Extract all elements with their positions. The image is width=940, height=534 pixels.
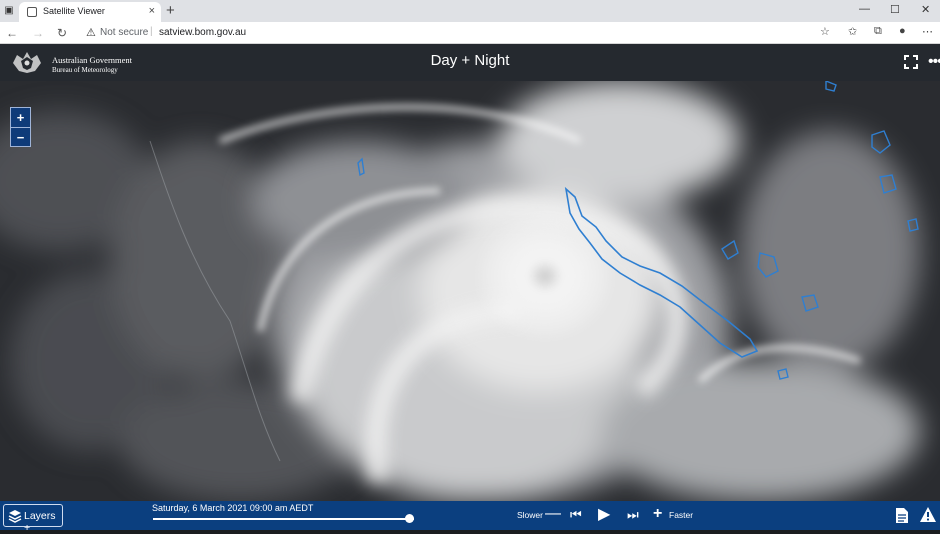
browser-nav-bar: ← → ↻ ⚠ Not secure | satview.bom.gov.au … bbox=[0, 22, 940, 44]
slower-minus-icon[interactable]: — bbox=[545, 504, 561, 524]
view-title: Day + Night bbox=[430, 52, 510, 69]
security-status[interactable]: Not secure bbox=[100, 27, 148, 38]
step-back-icon[interactable]: ⏮ bbox=[570, 505, 582, 525]
playback-bar: Layers + Saturday, 6 March 2021 09:00 am… bbox=[0, 501, 940, 534]
tab-close-icon[interactable]: × bbox=[149, 5, 155, 17]
profile-avatar-icon[interactable]: ● bbox=[899, 25, 906, 37]
org-name-line1: Australian Government bbox=[52, 55, 133, 65]
minimize-button[interactable]: — bbox=[859, 3, 870, 15]
alert-triangle-icon[interactable] bbox=[919, 506, 937, 524]
reload-icon[interactable]: ↻ bbox=[57, 25, 67, 41]
satellite-map[interactable] bbox=[0, 81, 940, 501]
favorite-star-icon[interactable]: ☆ bbox=[820, 25, 830, 38]
tab-title: Satellite Viewer bbox=[43, 6, 105, 16]
maximize-button[interactable]: ☐ bbox=[890, 3, 900, 16]
address-divider: | bbox=[150, 26, 153, 37]
layers-label: Layers + bbox=[24, 510, 56, 534]
window-menu-icon[interactable]: ▣ bbox=[3, 5, 15, 17]
faster-label: Faster bbox=[669, 510, 694, 520]
slower-label: Slower bbox=[517, 510, 543, 520]
browser-menu-icon[interactable]: ⋯ bbox=[922, 25, 933, 38]
more-options-icon[interactable]: ••• bbox=[928, 53, 940, 71]
timeline-slider[interactable] bbox=[153, 518, 414, 520]
zoom-control: + − bbox=[10, 107, 31, 147]
timeline-slider-thumb[interactable] bbox=[404, 514, 414, 523]
zoom-in-button[interactable]: + bbox=[11, 108, 30, 127]
play-icon[interactable]: ▶ bbox=[598, 505, 610, 525]
favorites-list-icon[interactable]: ✩ bbox=[848, 25, 857, 38]
close-window-button[interactable]: ✕ bbox=[921, 3, 930, 16]
warning-icon: ⚠ bbox=[86, 27, 96, 39]
fullscreen-icon[interactable] bbox=[904, 55, 918, 69]
document-icon[interactable] bbox=[895, 507, 909, 524]
collections-icon[interactable]: ⧉ bbox=[874, 25, 882, 38]
new-tab-button[interactable]: + bbox=[166, 2, 175, 20]
forward-arrow-icon[interactable]: → bbox=[32, 25, 44, 41]
org-name-line2: Bureau of Meteorology bbox=[52, 66, 118, 74]
app-header: Australian Government Bureau of Meteorol… bbox=[0, 44, 940, 81]
layers-icon bbox=[8, 510, 22, 523]
government-crest-logo bbox=[13, 52, 41, 73]
step-forward-icon[interactable]: ⏭ bbox=[627, 505, 639, 525]
back-arrow-icon[interactable]: ← bbox=[6, 25, 18, 41]
browser-tab-bar: ▣ Satellite Viewer × + — ☐ ✕ bbox=[0, 0, 940, 22]
zoom-out-button[interactable]: − bbox=[11, 127, 30, 146]
timestamp-label: Saturday, 6 March 2021 09:00 am AEDT bbox=[152, 503, 314, 513]
satellite-imagery bbox=[0, 81, 940, 501]
browser-tab[interactable]: Satellite Viewer × bbox=[19, 2, 161, 22]
page-favicon-icon bbox=[27, 7, 37, 17]
address-bar[interactable]: ⚠ Not secure | satview.bom.gov.au bbox=[86, 25, 826, 41]
url-text[interactable]: satview.bom.gov.au bbox=[159, 27, 246, 38]
faster-plus-icon[interactable]: + bbox=[653, 504, 662, 524]
layers-button[interactable]: Layers + bbox=[3, 504, 63, 534]
